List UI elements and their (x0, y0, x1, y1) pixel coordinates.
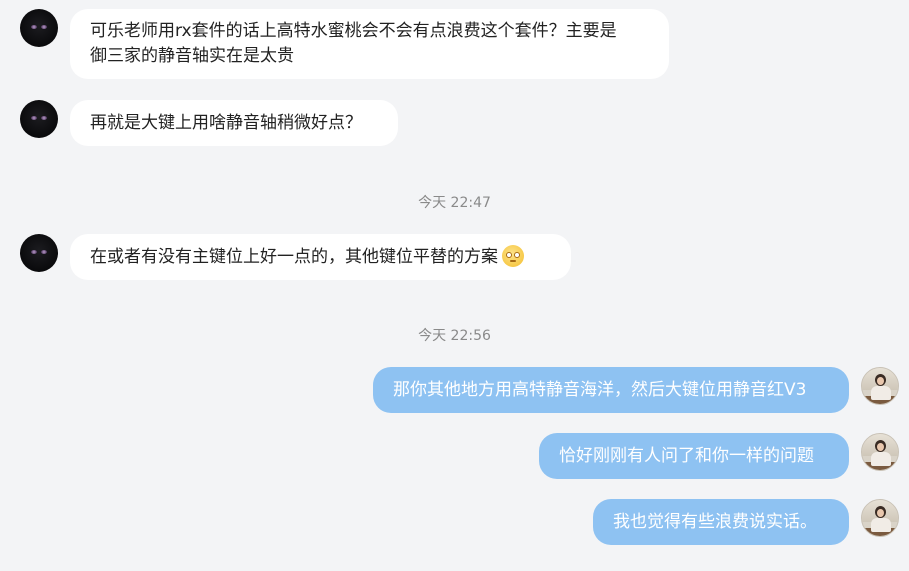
photo-avatar-icon[interactable] (861, 367, 899, 405)
photo-avatar-icon[interactable] (861, 433, 899, 471)
dark-avatar-icon[interactable] (20, 234, 58, 272)
incoming-message-bubble[interactable]: 在或者有没有主键位上好一点的，其他键位平替的方案 (70, 234, 571, 280)
message-text: 恰好刚刚有人问了和你一样的问题 (559, 446, 814, 466)
message-text: 那你其他地方用高特静音海洋，然后大键位用静音红V3 (393, 380, 807, 400)
chat-thread: 可乐老师用rx套件的话上高特水蜜桃会不会有点浪费这个套件？主要是 御三家的静音轴… (0, 0, 909, 571)
outgoing-message-bubble[interactable]: 我也觉得有些浪费说实话。 (593, 499, 849, 545)
photo-avatar-icon[interactable] (861, 499, 899, 537)
message-text: 在或者有没有主键位上好一点的，其他键位平替的方案 (90, 247, 498, 267)
incoming-message-bubble[interactable]: 可乐老师用rx套件的话上高特水蜜桃会不会有点浪费这个套件？主要是 御三家的静音轴… (70, 9, 669, 79)
dark-avatar-icon[interactable] (20, 9, 58, 47)
message-text-line: 可乐老师用rx套件的话上高特水蜜桃会不会有点浪费这个套件？主要是 (90, 21, 617, 41)
message-text: 我也觉得有些浪费说实话。 (613, 512, 817, 532)
message-text: 再就是大键上用啥静音轴稍微好点？ (90, 113, 362, 133)
outgoing-message-bubble[interactable]: 恰好刚刚有人问了和你一样的问题 (539, 433, 849, 479)
timestamp: 今天 22:47 (418, 195, 491, 211)
message-text-line: 御三家的静音轴实在是太贵 (90, 46, 294, 66)
incoming-message-bubble[interactable]: 再就是大键上用啥静音轴稍微好点？ (70, 100, 398, 146)
outgoing-message-bubble[interactable]: 那你其他地方用高特静音海洋，然后大键位用静音红V3 (373, 367, 849, 413)
timestamp: 今天 22:56 (418, 328, 491, 344)
sweat-smile-emoji-icon (502, 245, 524, 267)
dark-avatar-icon[interactable] (20, 100, 58, 138)
